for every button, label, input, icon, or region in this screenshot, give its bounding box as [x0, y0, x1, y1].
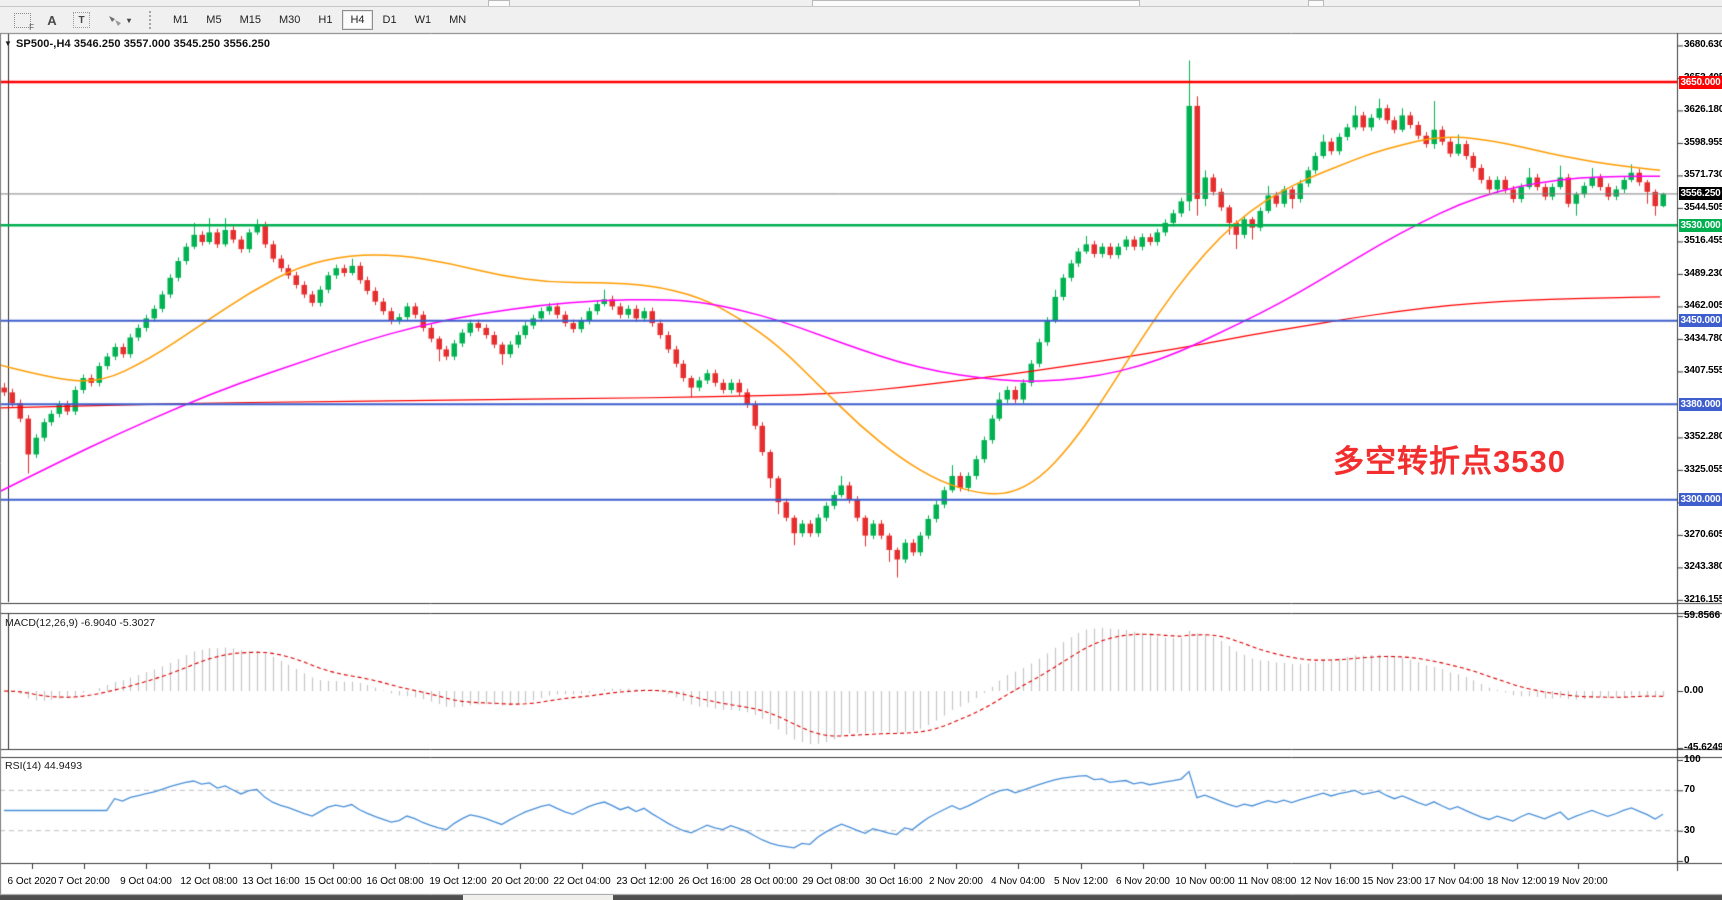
time-axis[interactable]	[0, 863, 1677, 894]
macd-indicator-label: MACD(12,26,9) -6.9040 -5.3027	[5, 617, 155, 629]
chart-header-ohlc: SP500-,H4 3546.250 3557.000 3545.250 355…	[16, 38, 270, 50]
price-axis[interactable]	[1677, 33, 1722, 873]
rsi-indicator-label: RSI(14) 44.9493	[5, 760, 82, 772]
annotation-text[interactable]: 多空转折点3530	[1333, 436, 1566, 481]
mt4-chart-window: { "toolbar": { "tools": [ {"name":"fibon…	[0, 0, 1722, 900]
horizontal-scrollbar-thumb[interactable]	[463, 895, 613, 900]
chart-context-arrow-icon[interactable]: ▼	[4, 39, 12, 48]
